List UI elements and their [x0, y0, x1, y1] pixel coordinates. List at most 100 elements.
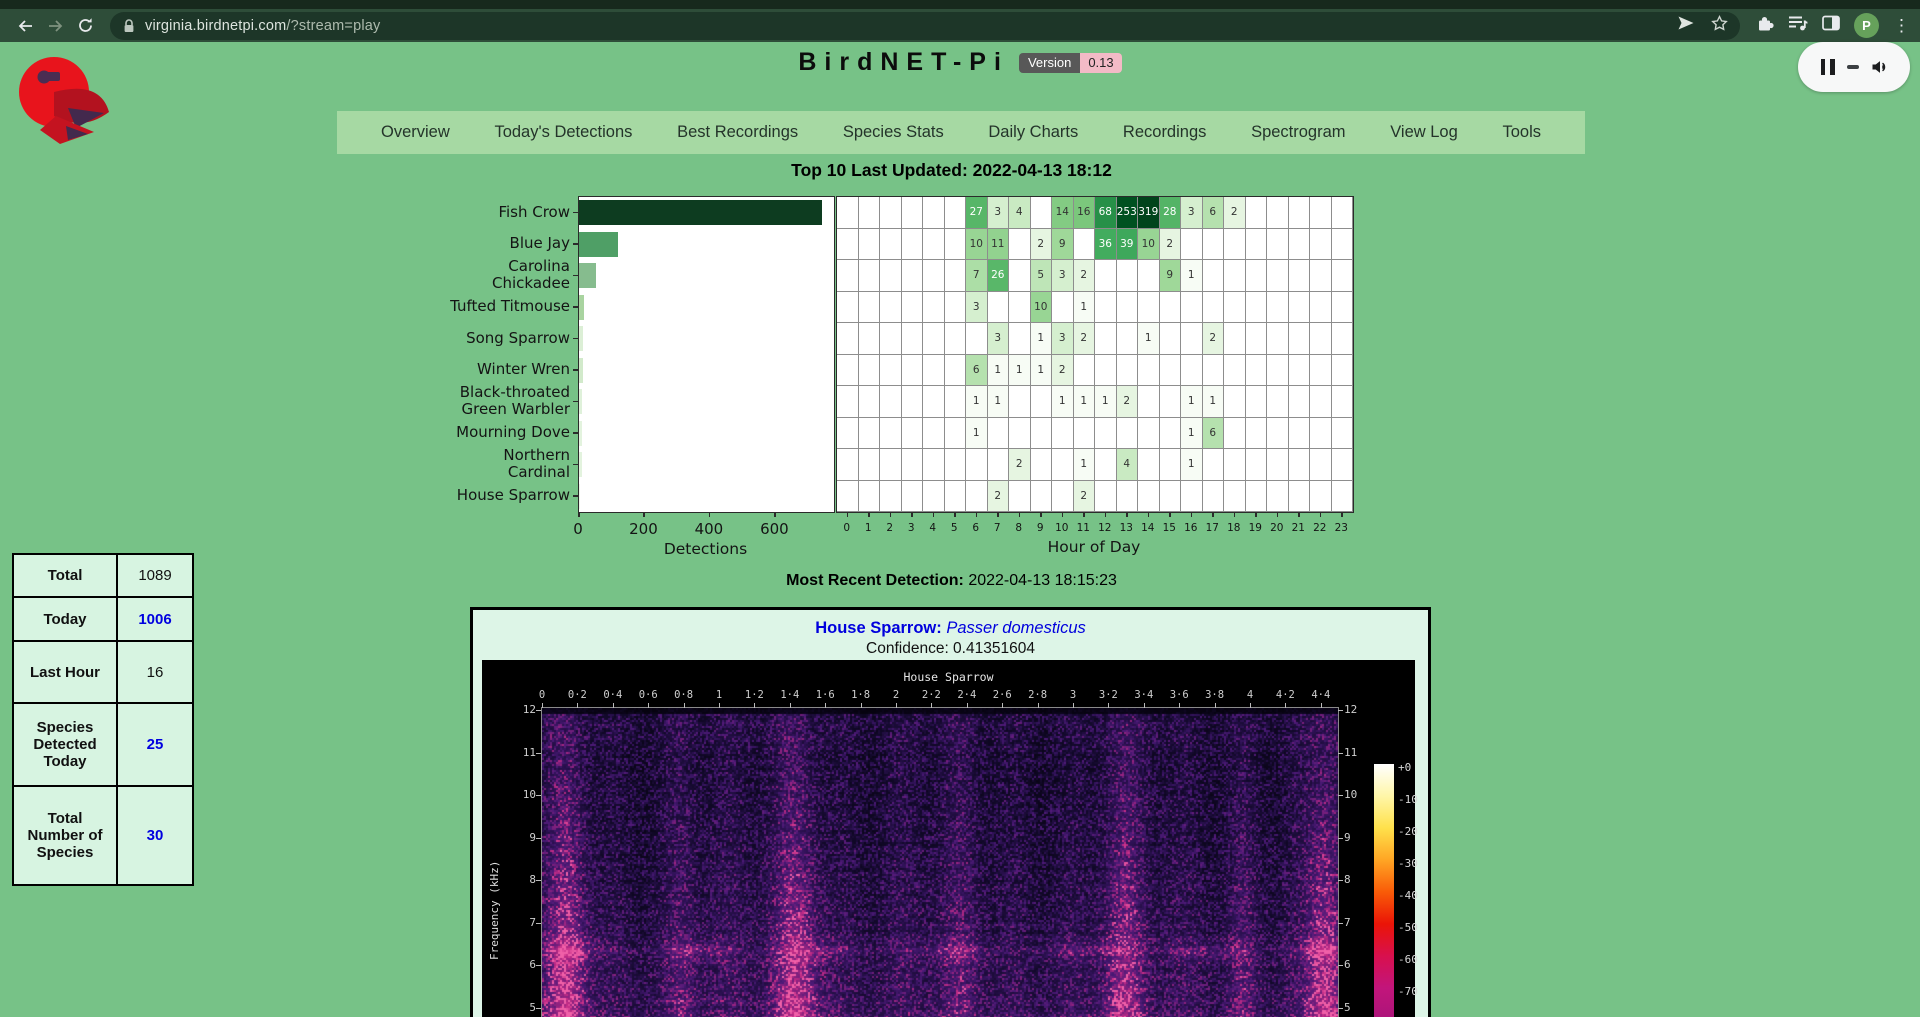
chart-species-label: Tufted Titmouse [420, 291, 570, 323]
nav-item-spectrogram[interactable]: Spectrogram [1251, 123, 1345, 142]
send-to-devices-button[interactable] [1677, 15, 1695, 36]
heatmap-cell: 11 [988, 229, 1010, 261]
forward-button[interactable] [40, 12, 70, 40]
spec-db-tick-label: +0 [1398, 761, 1432, 774]
heatmap-cell [1052, 292, 1074, 324]
heatmap-cell [1289, 229, 1311, 261]
heatmap-cell [859, 229, 881, 261]
heatmap-cell [923, 449, 945, 481]
heatmap-cell [1246, 481, 1268, 513]
profile-avatar[interactable]: P [1854, 13, 1879, 38]
heatmap-cell [1310, 355, 1332, 387]
hour-tick-label: 0 [837, 522, 857, 534]
heatmap-cell [1009, 418, 1031, 450]
audio-pause-button[interactable] [1821, 59, 1835, 75]
heatmap-cell [1031, 418, 1053, 450]
spec-freq-tick-label-left: 7 [512, 916, 536, 929]
reload-button[interactable] [70, 12, 100, 40]
heatmap-cell: 3 [1052, 260, 1074, 292]
detection-species-link[interactable]: House Sparrow: [815, 619, 942, 637]
heatmap-cell [1160, 323, 1182, 355]
heatmap-cell: 1 [1052, 386, 1074, 418]
spec-time-tick [1144, 703, 1145, 708]
heatmap-cell [1310, 386, 1332, 418]
hour-tick-label: 11 [1073, 522, 1093, 534]
heatmap-cell [945, 386, 967, 418]
spec-freq-tick [536, 795, 541, 796]
bar-x-tick [709, 512, 711, 517]
spectrogram-image: House Sparrow Frequency (kHz) 00·20·40·6… [482, 660, 1415, 1017]
stats-value[interactable]: 30 [117, 786, 193, 885]
stats-value[interactable]: 25 [117, 703, 193, 786]
stats-value[interactable]: 1006 [117, 597, 193, 641]
heatmap-cell [880, 386, 902, 418]
heatmap-x-tick [1341, 512, 1343, 517]
nav-item-daily-charts[interactable]: Daily Charts [988, 123, 1078, 142]
heatmap-cell [945, 481, 967, 513]
spec-freq-tick [1338, 965, 1343, 966]
nav-item-overview[interactable]: Overview [381, 123, 450, 142]
extensions-button[interactable] [1756, 15, 1774, 37]
spec-freq-tick-label-right: 12 [1344, 703, 1368, 716]
nav-item-species-stats[interactable]: Species Stats [843, 123, 944, 142]
heatmap-x-tick [1212, 512, 1214, 517]
spec-time-tick-label: 1·6 [810, 689, 840, 701]
heatmap-x-tick [1320, 512, 1322, 517]
heatmap-cell: 2 [1117, 386, 1139, 418]
hour-tick-label: 5 [944, 522, 964, 534]
heatmap-cell [945, 449, 967, 481]
address-bar[interactable]: virginia.birdnetpi.com/?stream=play [110, 12, 1740, 40]
nav-item-view-log[interactable]: View Log [1390, 123, 1458, 142]
heatmap-x-tick [890, 512, 892, 517]
spec-time-tick [577, 703, 578, 708]
spec-freq-tick-label-left: 8 [512, 873, 536, 886]
most-recent-detection: Most Recent Detection: 2022-04-13 18:15:… [470, 572, 1433, 590]
heatmap-cell [1332, 481, 1354, 513]
browser-menu-button[interactable]: ⋮ [1893, 17, 1910, 34]
heatmap-cell [1246, 449, 1268, 481]
chart-species-label: Song Sparrow [420, 322, 570, 354]
spec-time-tick [1038, 703, 1039, 708]
volume-icon[interactable] [1871, 60, 1888, 74]
detection-bar [579, 263, 596, 288]
heatmap-cell [1052, 481, 1074, 513]
heatmap-cell [1095, 418, 1117, 450]
heatmap-cell [1289, 418, 1311, 450]
nav-item-tools[interactable]: Tools [1502, 123, 1541, 142]
heatmap-cell: 1 [1074, 386, 1096, 418]
heatmap-cell [1267, 449, 1289, 481]
heatmap-cell [1031, 386, 1053, 418]
spec-time-tick [648, 703, 649, 708]
spec-time-tick-label: 3·2 [1093, 689, 1123, 701]
nav-item-today-s-detections[interactable]: Today's Detections [494, 123, 632, 142]
heatmap-cell [859, 386, 881, 418]
bookmark-button[interactable] [1711, 15, 1728, 36]
nav-item-best-recordings[interactable]: Best Recordings [677, 123, 798, 142]
heatmap-cell [1117, 481, 1139, 513]
nav-item-recordings[interactable]: Recordings [1123, 123, 1206, 142]
heatmap-cell: 9 [1160, 260, 1182, 292]
detection-scientific-name[interactable]: Passer domesticus [946, 619, 1085, 637]
spec-time-tick-label: 0·4 [598, 689, 628, 701]
media-controls-button[interactable] [1788, 15, 1808, 36]
stream-audio-player[interactable] [1798, 42, 1910, 92]
spec-freq-tick-label-right: 10 [1344, 788, 1368, 801]
heatmap-cell [1332, 449, 1354, 481]
heatmap-cell [1310, 292, 1332, 324]
heatmap-cell [1181, 481, 1203, 513]
audio-seek-handle[interactable] [1847, 65, 1859, 70]
heatmap-cell [837, 229, 859, 261]
spec-time-tick-label: 2 [881, 689, 911, 701]
spec-freq-tick-label-left: 12 [512, 703, 536, 716]
side-panel-button[interactable] [1822, 15, 1840, 36]
spec-time-tick [1073, 703, 1074, 708]
heatmap-cell [1224, 449, 1246, 481]
heatmap-cell [966, 323, 988, 355]
heatmap-cell: 4 [1009, 197, 1031, 229]
heatmap-cell: 1 [1031, 355, 1053, 387]
back-button[interactable] [10, 12, 40, 40]
hour-tick-label: 2 [880, 522, 900, 534]
heatmap-cell [1138, 355, 1160, 387]
chart-species-label: Blue Jay [420, 228, 570, 260]
chart-species-label: House Sparrow [420, 480, 570, 512]
